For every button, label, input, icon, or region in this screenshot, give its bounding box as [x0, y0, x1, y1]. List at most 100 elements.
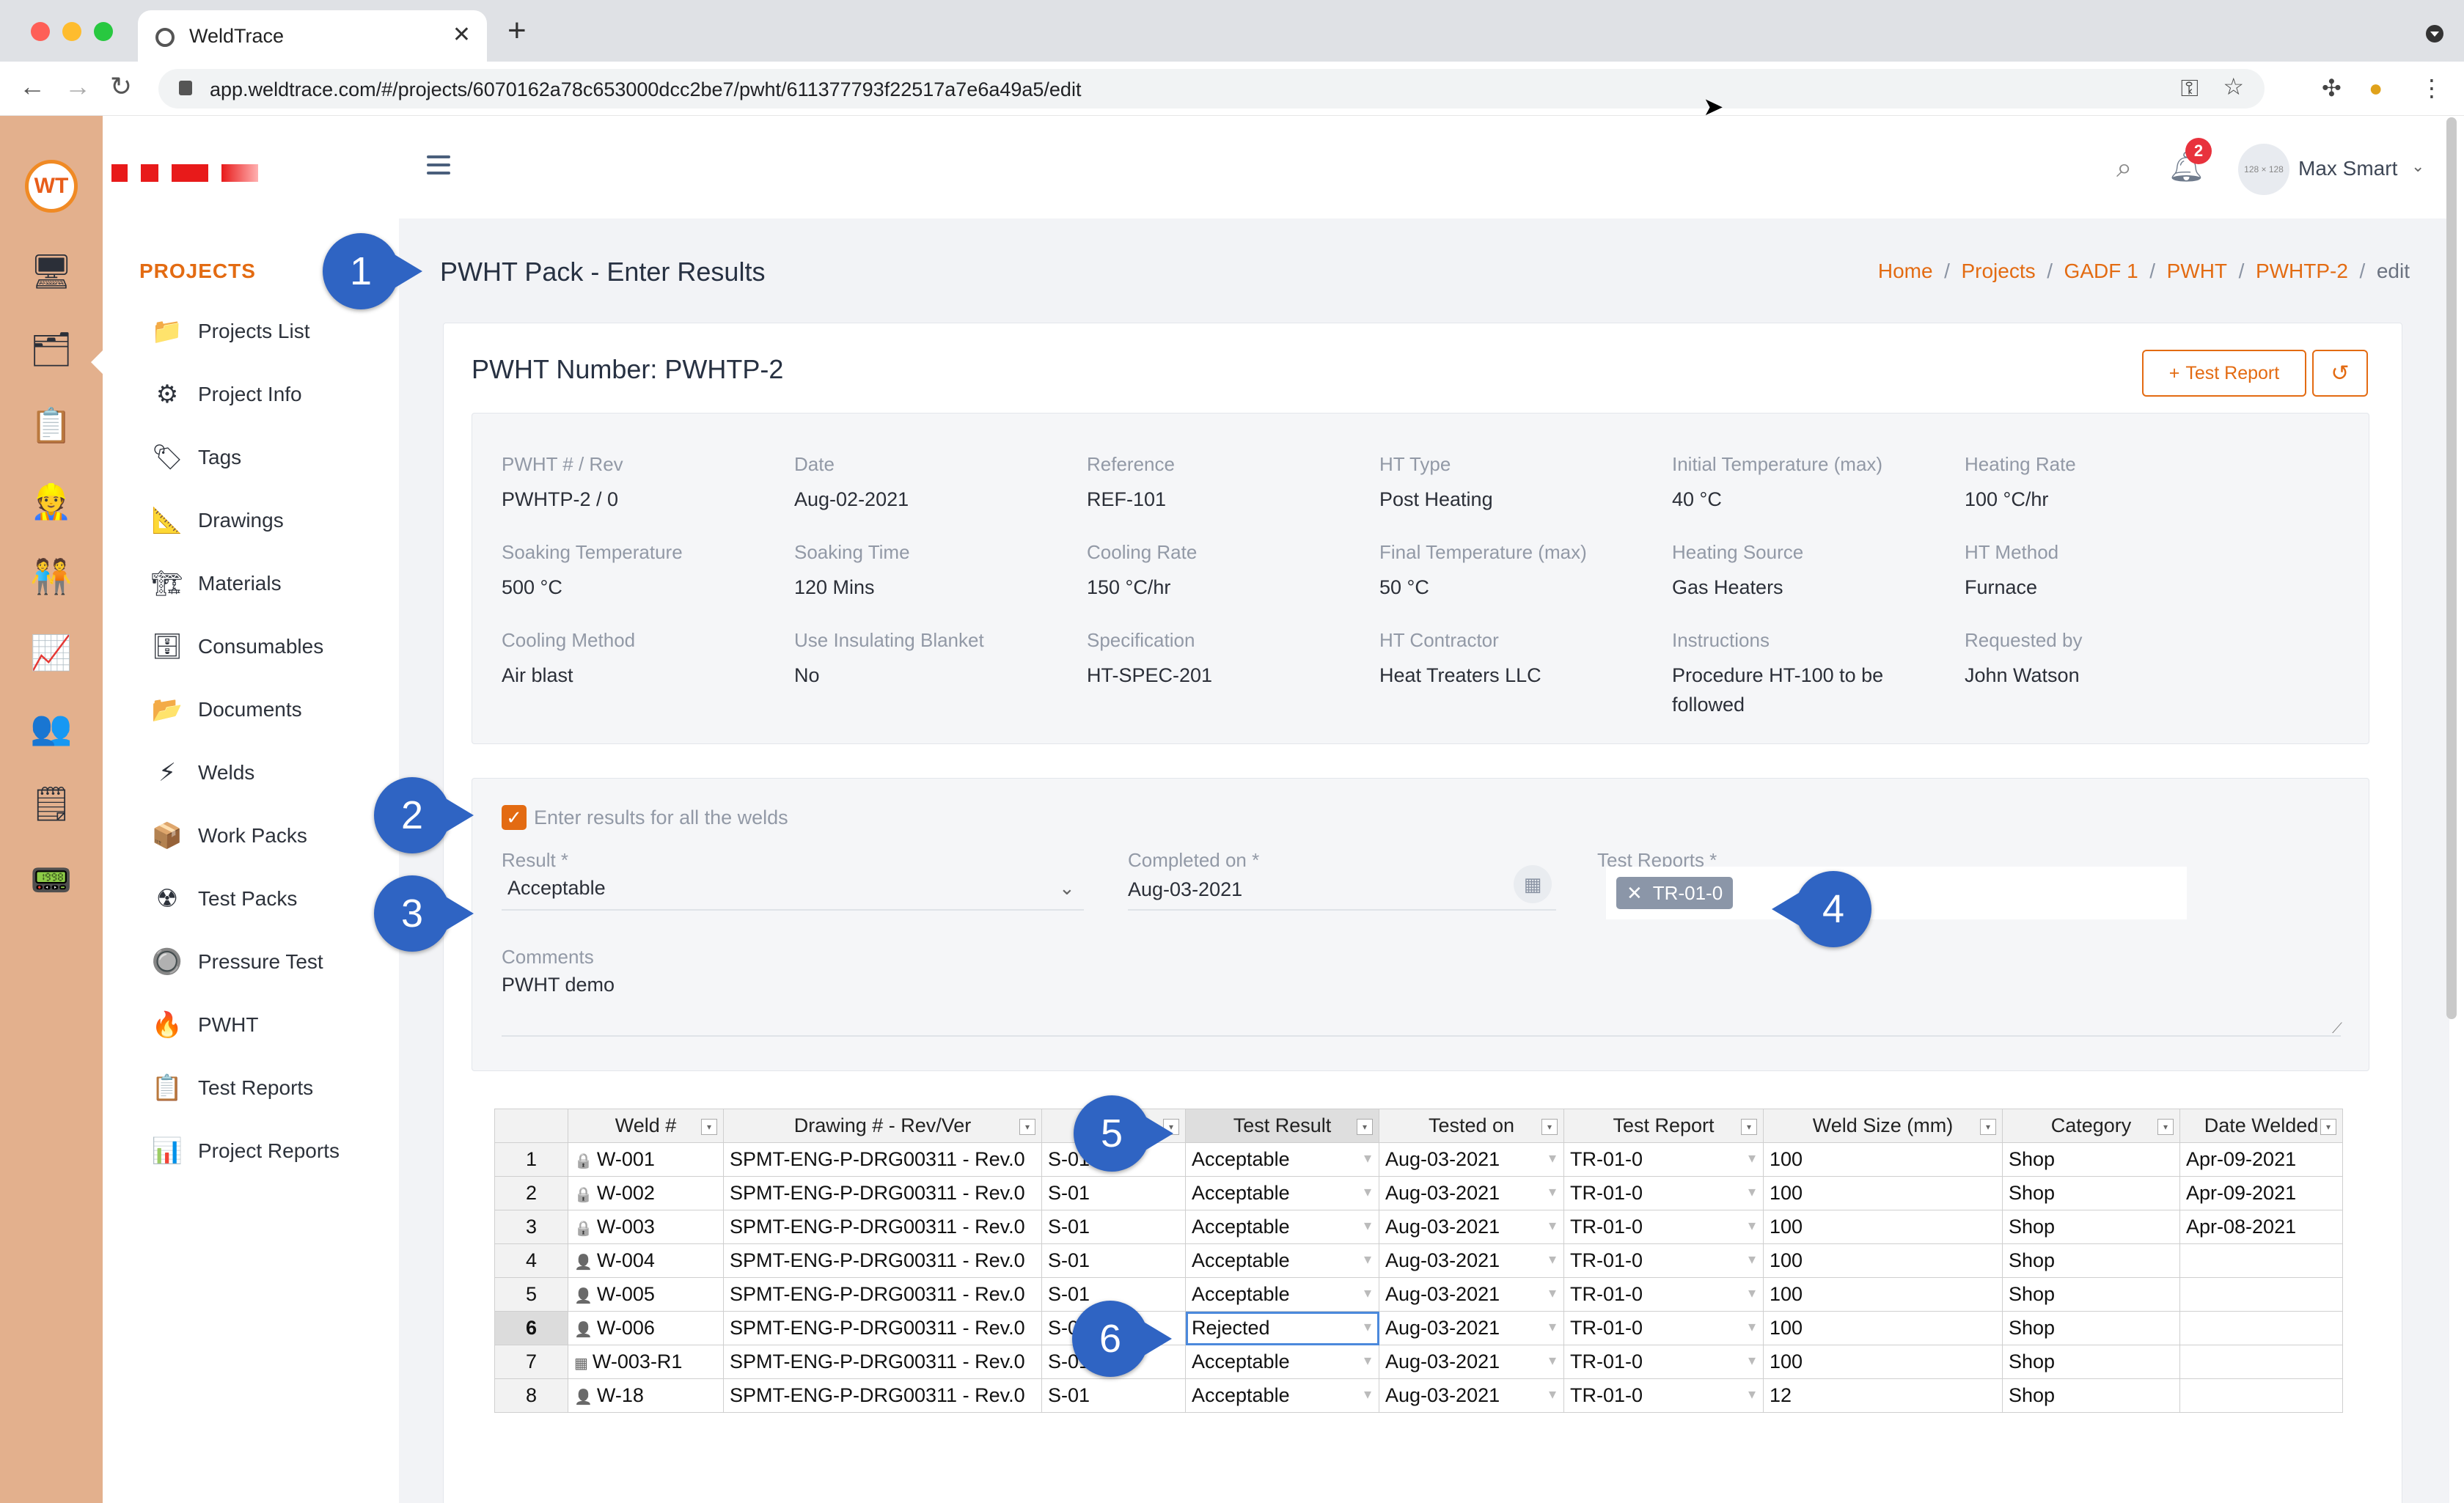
cell-weld[interactable]: ▦ W-003-R1 [568, 1345, 724, 1379]
sidebar-item-projects-list[interactable]: 📁 Projects List [151, 309, 310, 353]
browser-tab[interactable]: WeldTrace ✕ [138, 10, 487, 62]
column-header[interactable]: Category ▾ [2002, 1109, 2180, 1143]
cell-n[interactable]: 6 [494, 1311, 568, 1345]
sidebar-item-drawings[interactable]: 📐 Drawings [151, 499, 284, 543]
cell-weld[interactable]: 👤 W-005 [568, 1277, 724, 1312]
cell-tested[interactable]: Aug-03-2021 [1379, 1311, 1564, 1345]
sidebar-item-pressure-test[interactable]: 🔘 Pressure Test [151, 940, 323, 984]
cell-category[interactable]: Shop [2002, 1311, 2180, 1345]
result-select[interactable]: Acceptable [507, 877, 606, 900]
cell-welded[interactable] [2179, 1277, 2343, 1312]
cell-size[interactable]: 100 [1763, 1243, 2003, 1278]
calendar-icon[interactable]: ▦ [1514, 865, 1552, 903]
table-row[interactable]: 5 👤 W-005 SPMT-ENG-P-DRG00311 - Rev.0 S-01 Ac… [494, 1277, 2343, 1312]
cell-welded[interactable] [2179, 1345, 2343, 1379]
address-bar[interactable]: app.weldtrace.com/#/projects/6070162a78c… [158, 69, 2265, 109]
cell-report[interactable]: TR-01-0 [1563, 1345, 1764, 1379]
sidebar-item-documents[interactable]: 📂 Documents [151, 688, 302, 732]
cell-n[interactable]: 2 [494, 1176, 568, 1210]
column-header[interactable]: Weld # ▾ [568, 1109, 724, 1143]
cell-drawing[interactable]: SPMT-ENG-P-DRG00311 - Rev.0 [723, 1176, 1042, 1210]
cell-category[interactable]: Shop [2002, 1210, 2180, 1244]
cell-size[interactable]: 100 [1763, 1176, 2003, 1210]
test-reports-input[interactable]: ✕ TR-01-0 [1606, 867, 2187, 919]
cell-weld[interactable]: 👤 W-004 [568, 1243, 724, 1278]
browser-menu-icon[interactable]: ⋮ [2420, 76, 2443, 100]
completed-on-input[interactable]: Aug-03-2021 [1128, 878, 1242, 901]
sidebar-item-test-packs[interactable]: ☢ Test Packs [151, 877, 298, 921]
cell-tested[interactable]: Aug-03-2021 [1379, 1345, 1564, 1379]
cell-result[interactable]: Acceptable [1185, 1378, 1379, 1413]
search-icon[interactable]: ⌕ [2116, 152, 2132, 184]
column-filter-icon[interactable]: ▾ [1741, 1119, 1757, 1135]
history-button[interactable]: ↺ [2312, 350, 2368, 397]
column-header[interactable]: Drawing # - Rev/Ver ▾ [723, 1109, 1042, 1143]
cell-size[interactable]: 100 [1763, 1345, 2003, 1379]
cell-category[interactable]: Shop [2002, 1378, 2180, 1413]
column-filter-icon[interactable]: ▾ [701, 1119, 717, 1135]
column-header[interactable]: Weld Size (mm) ▾ [1763, 1109, 2003, 1143]
sidebar-item-welds[interactable]: ⚡ Welds [151, 751, 254, 795]
device-icon[interactable]: 📟 [30, 859, 72, 900]
cell-result[interactable]: Acceptable [1185, 1277, 1379, 1312]
cell-size[interactable]: 12 [1763, 1378, 2003, 1413]
breadcrumb-item[interactable]: Home [1878, 260, 1933, 283]
page-scrollbar[interactable] [2446, 117, 2457, 1019]
cell-report[interactable]: TR-01-0 [1563, 1311, 1764, 1345]
cell-size[interactable]: 100 [1763, 1311, 2003, 1345]
cell-drawing[interactable]: SPMT-ENG-P-DRG00311 - Rev.0 [723, 1311, 1042, 1345]
cell-welded[interactable]: Apr-09-2021 [2179, 1142, 2343, 1177]
table-row[interactable]: 3 🔒 W-003 SPMT-ENG-P-DRG00311 - Rev.0 S-01 Ac… [494, 1210, 2343, 1244]
column-header[interactable]: Test Report ▾ [1563, 1109, 1764, 1143]
sidebar-item-project-info[interactable]: ⚙ Project Info [151, 372, 302, 416]
profile-icon[interactable]: ● [2369, 76, 2383, 100]
sidebar-item-work-packs[interactable]: 📦 Work Packs [151, 814, 307, 858]
breadcrumb-item[interactable]: PWHT [2167, 260, 2227, 283]
column-filter-icon[interactable]: ▾ [1541, 1119, 1558, 1135]
cell-drawing[interactable]: SPMT-ENG-P-DRG00311 - Rev.0 [723, 1277, 1042, 1312]
column-header[interactable]: Tested on ▾ [1379, 1109, 1564, 1143]
column-header[interactable]: Date Welded ▾ [2179, 1109, 2343, 1143]
cell-drawing[interactable]: SPMT-ENG-P-DRG00311 - Rev.0 [723, 1243, 1042, 1278]
bookmark-star-icon[interactable]: ☆ [2223, 75, 2244, 98]
sidebar-item-test-reports[interactable]: 📋 Test Reports [151, 1066, 313, 1110]
cell-weld[interactable]: 🔒 W-001 [568, 1142, 724, 1177]
cell-tested[interactable]: Aug-03-2021 [1379, 1210, 1564, 1244]
sidebar-item-pwht[interactable]: 🔥 PWHT [151, 1003, 259, 1047]
column-header[interactable]: Test Result ▾ [1185, 1109, 1379, 1143]
report-clock-icon[interactable]: 🗒 [30, 783, 73, 824]
add-test-report-button[interactable]: + Test Report [2142, 350, 2306, 397]
cell-report[interactable]: TR-01-0 [1563, 1378, 1764, 1413]
reload-icon[interactable]: ↻ [110, 73, 132, 100]
cell-tested[interactable]: Aug-03-2021 [1379, 1378, 1564, 1413]
table-row[interactable]: 2 🔒 W-002 SPMT-ENG-P-DRG00311 - Rev.0 S-01 Ac… [494, 1176, 2343, 1210]
cell-tested[interactable]: Aug-03-2021 [1379, 1277, 1564, 1312]
cell-welded[interactable]: Apr-09-2021 [2179, 1176, 2343, 1210]
cell-n[interactable]: 4 [494, 1243, 568, 1278]
cell-t[interactable]: S-01 [1041, 1176, 1186, 1210]
table-row[interactable]: 4 👤 W-004 SPMT-ENG-P-DRG00311 - Rev.0 S-01 Ac… [494, 1243, 2343, 1278]
sidebar-item-project-reports[interactable]: 📊 Project Reports [151, 1129, 340, 1173]
cell-report[interactable]: TR-01-0 [1563, 1210, 1764, 1244]
tab-search-icon[interactable] [2426, 25, 2443, 43]
table-row[interactable]: 6 👤 W-006 SPMT-ENG-P-DRG00311 - Rev.0 S-0 Rej… [494, 1311, 2343, 1345]
monitor-icon[interactable]: 🖥 [30, 251, 73, 292]
presentation-icon[interactable]: 📈 [30, 632, 72, 673]
cell-welded[interactable] [2179, 1378, 2343, 1413]
close-window-button[interactable] [31, 22, 50, 41]
cell-tested[interactable]: Aug-03-2021 [1379, 1243, 1564, 1278]
cell-n[interactable]: 7 [494, 1345, 568, 1379]
cell-welded[interactable] [2179, 1243, 2343, 1278]
cell-report[interactable]: TR-01-0 [1563, 1142, 1764, 1177]
resize-handle-icon[interactable]: ⟋ [2332, 1021, 2342, 1037]
breadcrumb-item[interactable]: GADF 1 [2064, 260, 2138, 283]
column-filter-icon[interactable]: ▾ [2320, 1119, 2336, 1135]
table-row[interactable]: 8 👤 W-18 SPMT-ENG-P-DRG00311 - Rev.0 S-01 Acc… [494, 1378, 2343, 1413]
sidebar-item-consumables[interactable]: 🗄 Consumables [151, 625, 323, 669]
cell-report[interactable]: TR-01-0 [1563, 1277, 1764, 1312]
cell-result[interactable]: Acceptable [1185, 1210, 1379, 1244]
checklist-icon[interactable]: 📋 [30, 405, 72, 446]
column-filter-icon[interactable]: ▾ [1357, 1119, 1373, 1135]
cell-category[interactable]: Shop [2002, 1176, 2180, 1210]
cell-weld[interactable]: 👤 W-006 [568, 1311, 724, 1345]
